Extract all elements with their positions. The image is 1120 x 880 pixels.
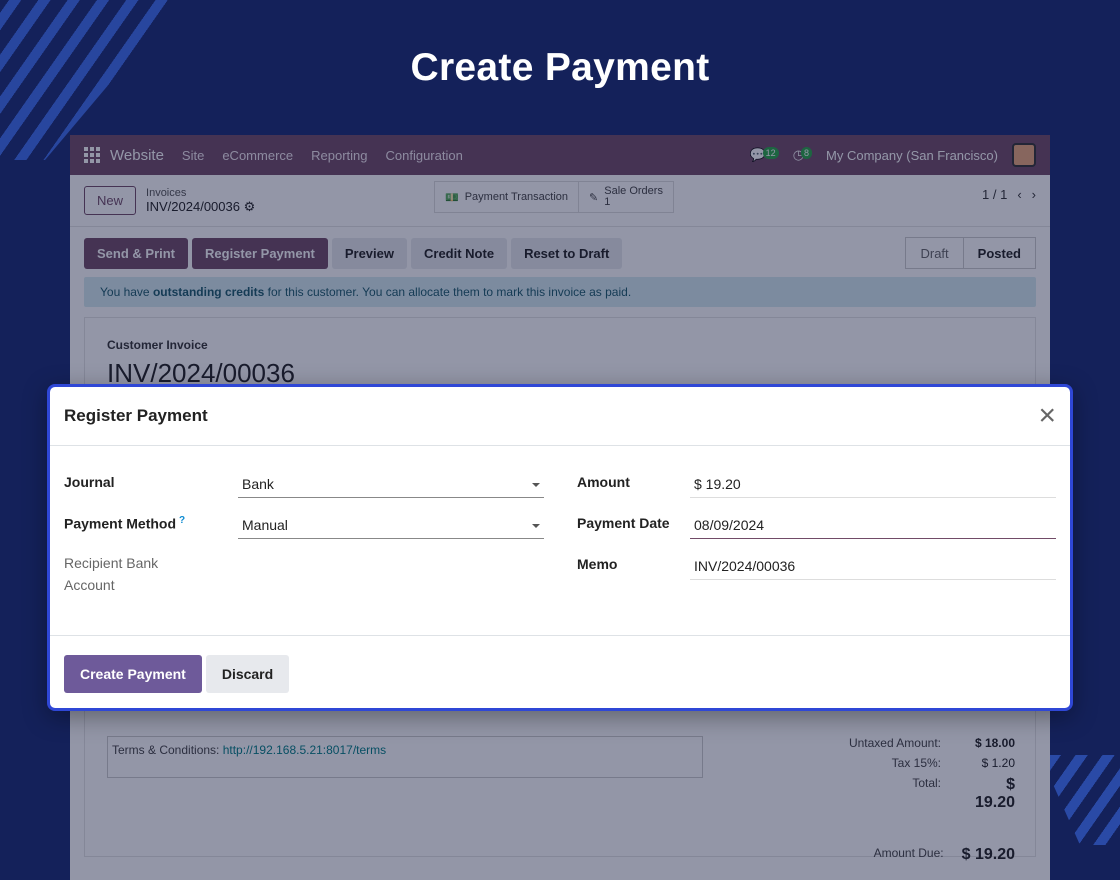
- dialog-header: Register Payment ×: [50, 387, 1070, 446]
- decorative-stripes-bottom-right: [1040, 755, 1120, 845]
- journal-label: Journal: [64, 474, 115, 490]
- payment-method-label: Payment Method?: [64, 515, 185, 532]
- amount-input[interactable]: $ 19.20: [690, 472, 1056, 498]
- amount-label: Amount: [577, 474, 630, 490]
- dialog-body: Journal Bank Payment Method? Manual Reci…: [50, 446, 1070, 636]
- close-icon[interactable]: ×: [1038, 401, 1056, 431]
- payment-date-label: Payment Date: [577, 515, 670, 531]
- create-payment-button[interactable]: Create Payment: [64, 654, 202, 693]
- hero-title: Create Payment: [410, 46, 710, 89]
- help-tooltip-icon[interactable]: ?: [179, 515, 185, 526]
- register-payment-dialog: Register Payment × Journal Bank Payment …: [47, 384, 1073, 711]
- dialog-footer: Create Payment Discard: [50, 636, 1070, 711]
- payment-date-input[interactable]: 08/09/2024: [690, 513, 1056, 539]
- discard-button[interactable]: Discard: [205, 654, 290, 693]
- recipient-bank-label-line2: Account: [64, 577, 115, 593]
- dialog-title: Register Payment: [64, 406, 208, 425]
- memo-input[interactable]: INV/2024/00036: [690, 554, 1056, 580]
- journal-select[interactable]: Bank: [238, 472, 544, 498]
- recipient-bank-label: Recipient Bank Account: [64, 552, 158, 596]
- payment-method-select[interactable]: Manual: [238, 513, 544, 539]
- payment-method-label-text: Payment Method: [64, 515, 177, 532]
- recipient-bank-label-line1: Recipient Bank: [64, 555, 159, 571]
- memo-label: Memo: [577, 556, 618, 572]
